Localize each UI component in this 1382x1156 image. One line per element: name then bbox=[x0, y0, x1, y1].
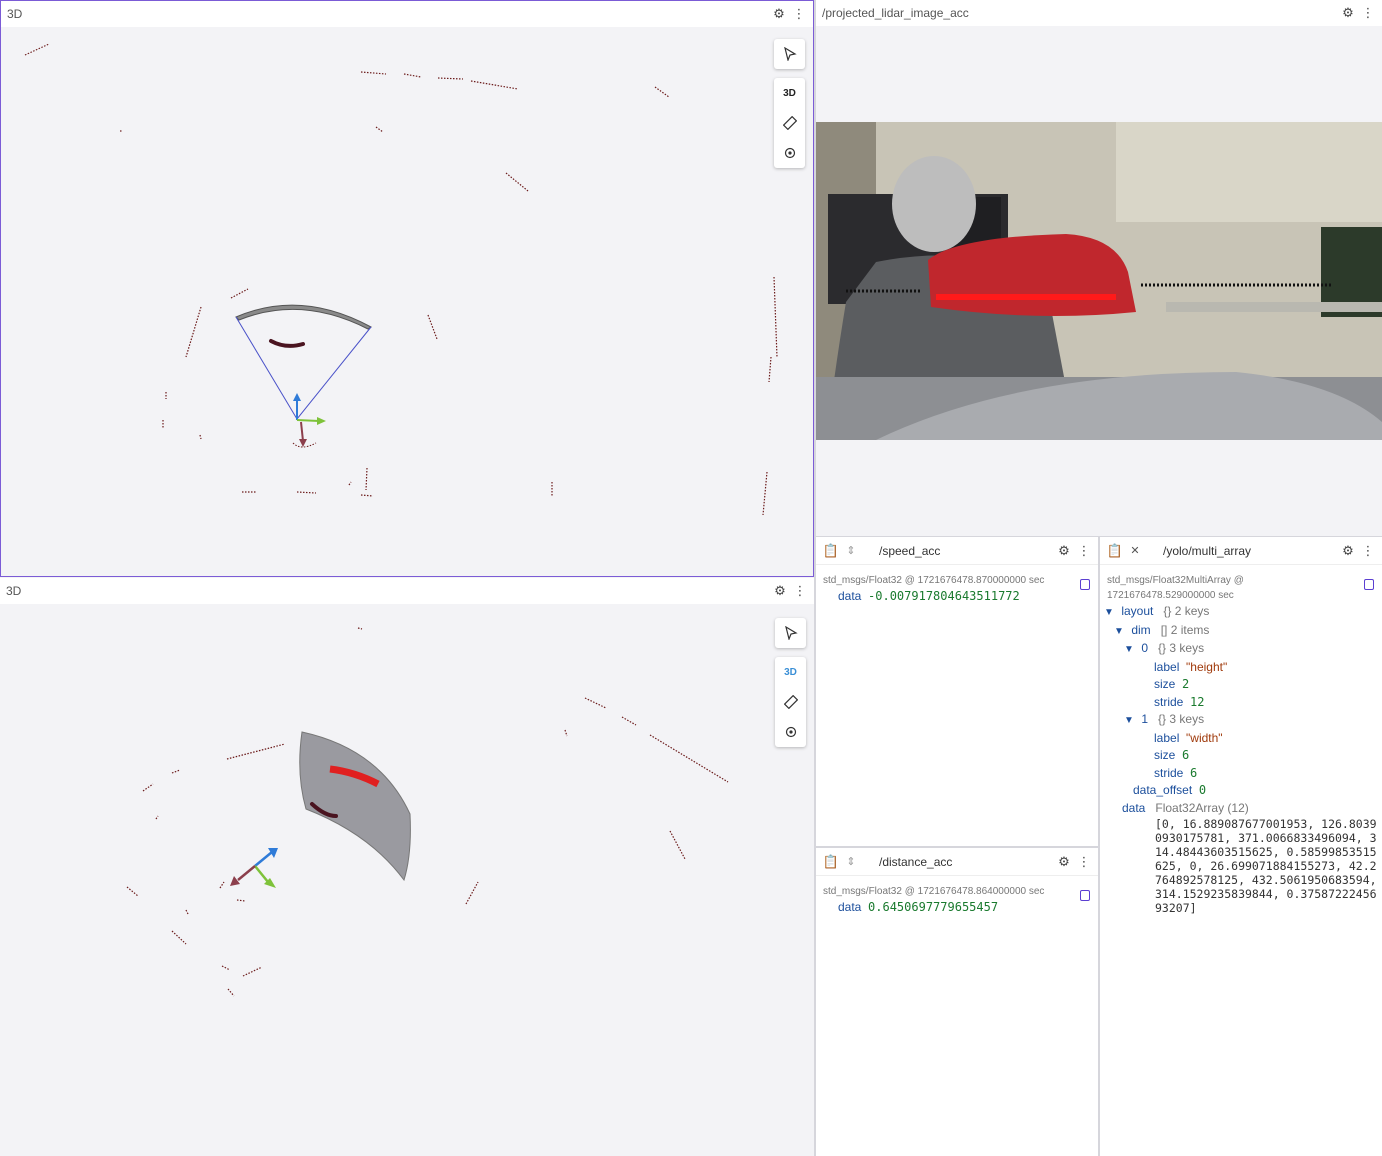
message-meta: std_msgs/Float32 @ 1721676478.864000000 … bbox=[823, 886, 1045, 897]
tree-leaf-data: data Float32Array (12) bbox=[1122, 800, 1249, 815]
kebab-menu-icon[interactable]: ⋮ bbox=[789, 4, 809, 24]
3d-panel-top[interactable]: 3D ⚙ ⋮ 3D bbox=[0, 0, 814, 577]
message-meta: std_msgs/Float32MultiArray @ 1721676478.… bbox=[1107, 575, 1244, 601]
collapse-icon[interactable]: ✕ bbox=[1125, 541, 1145, 561]
field-key: data bbox=[838, 900, 862, 914]
yolo-raw-message-panel[interactable]: 📋 ✕ /yolo/multi_array ⚙ ⋮ std_msgs/Float… bbox=[1100, 537, 1382, 1156]
target-icon[interactable] bbox=[774, 138, 805, 168]
gear-icon[interactable]: ⚙ bbox=[1054, 852, 1074, 872]
tree-leaf: stride 6 bbox=[1154, 765, 1198, 780]
topic-path[interactable]: /speed_acc bbox=[879, 544, 1054, 558]
distance-raw-message-panel[interactable]: 📋 ⇕ /distance_acc ⚙ ⋮ std_msgs/Float32 @… bbox=[816, 848, 1098, 1156]
gear-icon[interactable]: ⚙ bbox=[1338, 3, 1358, 23]
kebab-menu-icon[interactable]: ⋮ bbox=[1358, 3, 1378, 23]
camera-frustum bbox=[235, 304, 372, 420]
panel-title: /projected_lidar_image_acc bbox=[822, 6, 969, 20]
select-pointer-icon[interactable] bbox=[774, 39, 805, 69]
tree-node-dim-0[interactable]: ▼ 0 {} 3 keys bbox=[1104, 640, 1382, 659]
axes-gizmo bbox=[230, 848, 278, 888]
tree-node-dim[interactable]: ▼ dim [] 2 items bbox=[1104, 622, 1382, 641]
data-row: data 0.6450697779655457 bbox=[816, 899, 1098, 917]
3d-mode-button[interactable]: 3D bbox=[774, 78, 805, 108]
select-toolbar bbox=[775, 618, 806, 648]
field-key: data bbox=[838, 589, 862, 603]
tree-leaf: stride 12 bbox=[1154, 694, 1205, 709]
select-toolbar bbox=[774, 39, 805, 69]
tree-node-dim-1[interactable]: ▼ 1 {} 3 keys bbox=[1104, 711, 1382, 730]
target-icon[interactable] bbox=[775, 717, 806, 747]
tree-node-layout[interactable]: ▼ layout {} 2 keys bbox=[1104, 603, 1382, 622]
view-toolbar: 3D bbox=[775, 657, 806, 747]
expand-icon[interactable]: ⇕ bbox=[841, 852, 861, 872]
panel-header: 📋 ⇕ /distance_acc ⚙ ⋮ bbox=[816, 848, 1098, 876]
gear-icon[interactable]: ⚙ bbox=[1338, 541, 1358, 561]
copy-icon[interactable] bbox=[1364, 579, 1374, 590]
3d-scene[interactable] bbox=[1, 27, 813, 576]
clipboard-icon[interactable]: 📋 bbox=[1105, 541, 1125, 561]
camera-image bbox=[816, 122, 1382, 440]
panel-header: 3D ⚙ ⋮ bbox=[1, 1, 813, 27]
image-panel[interactable]: /projected_lidar_image_acc ⚙ ⋮ bbox=[816, 0, 1382, 536]
tree-leaf: size 2 bbox=[1154, 677, 1190, 691]
copy-icon[interactable] bbox=[1080, 890, 1090, 901]
chevron-down-icon[interactable]: ▼ bbox=[1114, 623, 1124, 641]
panel-title: 3D bbox=[7, 7, 23, 21]
3d-mode-button[interactable]: 3D bbox=[775, 657, 806, 687]
chevron-down-icon[interactable]: ▼ bbox=[1124, 712, 1134, 730]
gear-icon[interactable]: ⚙ bbox=[1054, 541, 1074, 561]
chevron-down-icon[interactable]: ▼ bbox=[1104, 604, 1114, 622]
tree-leaf: label "width" bbox=[1154, 730, 1223, 745]
message-tree: ▼ layout {} 2 keys ▼ dim [] 2 items ▼ 0 … bbox=[1100, 603, 1382, 915]
topic-path[interactable]: /yolo/multi_array bbox=[1163, 544, 1338, 558]
ruler-icon[interactable] bbox=[775, 687, 806, 717]
gear-icon[interactable]: ⚙ bbox=[770, 581, 790, 601]
kebab-menu-icon[interactable]: ⋮ bbox=[1074, 541, 1094, 561]
copy-icon[interactable] bbox=[1080, 579, 1090, 590]
panel-title: 3D bbox=[6, 584, 22, 598]
panel-header: /projected_lidar_image_acc ⚙ ⋮ bbox=[816, 0, 1382, 26]
data-array-value: [0, 16.889087677001953, 126.803909301757… bbox=[1155, 817, 1377, 915]
kebab-menu-icon[interactable]: ⋮ bbox=[790, 581, 810, 601]
message-body: std_msgs/Float32MultiArray @ 1721676478.… bbox=[1100, 565, 1382, 1156]
field-value: 0.6450697779655457 bbox=[868, 900, 999, 914]
speed-raw-message-panel[interactable]: 📋 ⇕ /speed_acc ⚙ ⋮ std_msgs/Float32 @ 17… bbox=[816, 537, 1098, 846]
view-toolbar: 3D bbox=[774, 78, 805, 168]
message-body: std_msgs/Float32 @ 1721676478.864000000 … bbox=[816, 876, 1098, 1156]
expand-icon[interactable]: ⇕ bbox=[841, 541, 861, 561]
panel-header: 3D ⚙ ⋮ bbox=[0, 578, 814, 604]
field-value: -0.007917804643511772 bbox=[868, 589, 1020, 603]
topic-path[interactable]: /distance_acc bbox=[879, 855, 1054, 869]
3d-panel-bottom[interactable]: 3D ⚙ ⋮ 3D bbox=[0, 578, 814, 1156]
select-pointer-icon[interactable] bbox=[775, 618, 806, 648]
panel-header: 📋 ⇕ /speed_acc ⚙ ⋮ bbox=[816, 537, 1098, 565]
panel-header: 📋 ✕ /yolo/multi_array ⚙ ⋮ bbox=[1100, 537, 1382, 565]
data-row: data -0.007917804643511772 bbox=[816, 588, 1098, 606]
3d-scene[interactable] bbox=[0, 604, 814, 1156]
message-meta: std_msgs/Float32 @ 1721676478.870000000 … bbox=[823, 575, 1045, 586]
tree-leaf: data_offset 0 bbox=[1133, 783, 1207, 797]
tree-leaf: label "height" bbox=[1154, 659, 1228, 674]
clipboard-icon[interactable]: 📋 bbox=[821, 541, 841, 561]
ruler-icon[interactable] bbox=[774, 108, 805, 138]
gear-icon[interactable]: ⚙ bbox=[769, 4, 789, 24]
kebab-menu-icon[interactable]: ⋮ bbox=[1358, 541, 1378, 561]
tree-leaf: size 6 bbox=[1154, 748, 1190, 762]
projected-image-surface bbox=[299, 731, 411, 882]
message-body: std_msgs/Float32 @ 1721676478.870000000 … bbox=[816, 565, 1098, 846]
chevron-down-icon[interactable]: ▼ bbox=[1124, 641, 1134, 659]
kebab-menu-icon[interactable]: ⋮ bbox=[1074, 852, 1094, 872]
axes-gizmo bbox=[292, 393, 326, 448]
clipboard-icon[interactable]: 📋 bbox=[821, 852, 841, 872]
